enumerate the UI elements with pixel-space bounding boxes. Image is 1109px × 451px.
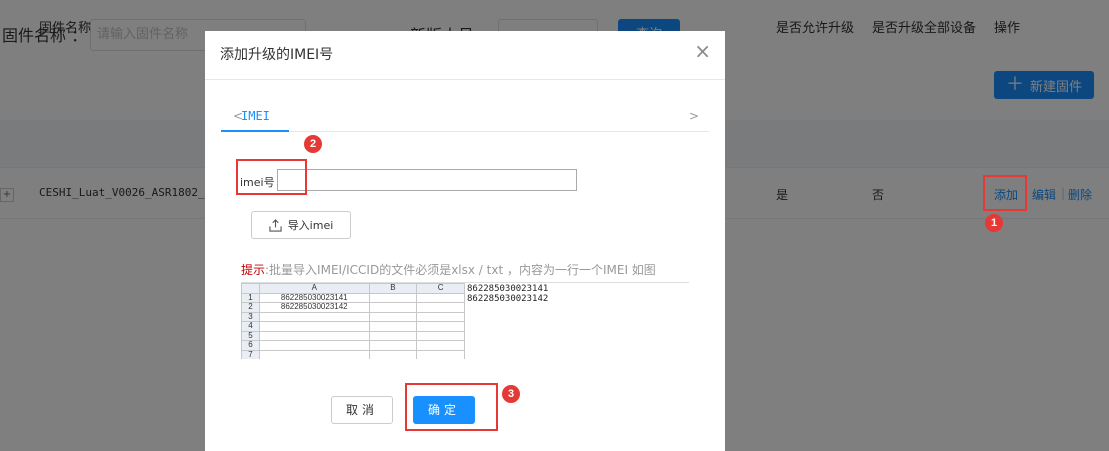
- sheet-cell: [368, 321, 418, 332]
- imei-input[interactable]: [277, 169, 577, 191]
- sheet-cell: [416, 340, 465, 351]
- cancel-button[interactable]: 取消: [331, 396, 393, 424]
- sheet-cell: [258, 340, 370, 351]
- tab-active-indicator: [221, 130, 289, 132]
- sheet-cell: [368, 330, 418, 341]
- sheet-cell: [258, 311, 370, 322]
- tip-label: 提示: [241, 263, 266, 277]
- sheet-cell: [258, 330, 370, 341]
- tip-line: 提示:批量导入IMEI/ICCID的文件必须是xlsx / txt ，内容为一行…: [241, 261, 656, 278]
- sheet-cell: [416, 349, 465, 359]
- annotation-badge-3: 3: [502, 385, 520, 403]
- add-imei-dialog: 添加升级的IMEI号 × < IMEI > imei号 导入imei 提示:批量…: [205, 31, 725, 451]
- sheet-row-number: 4: [241, 321, 260, 332]
- txt-line: 862285030023142: [467, 294, 549, 304]
- annotation-box-2: [236, 159, 307, 195]
- sheet-cell: 862285030023141: [258, 292, 370, 303]
- sheet-cell: [416, 302, 465, 313]
- annotation-badge-2: 2: [304, 135, 322, 153]
- sheet-cell: [416, 311, 465, 322]
- sheet-col-header: B: [368, 283, 418, 294]
- tab-next-icon[interactable]: >: [689, 109, 699, 123]
- sheet-cell: [416, 292, 465, 303]
- tab-bar: [221, 106, 709, 132]
- sheet-cell: [258, 349, 370, 359]
- sheet-corner: [241, 283, 260, 294]
- sheet-cell: [416, 321, 465, 332]
- annotation-badge-1: 1: [985, 214, 1003, 232]
- txt-example: 862285030023141 862285030023142: [467, 284, 548, 304]
- dialog-header-divider: [205, 79, 725, 80]
- tab-imei[interactable]: IMEI: [241, 109, 270, 123]
- import-imei-label: 导入imei: [287, 219, 334, 232]
- sheet-cell: 862285030023142: [258, 302, 370, 313]
- annotation-box-1: [983, 175, 1027, 211]
- sheet-cell: [258, 321, 370, 332]
- close-icon[interactable]: ×: [694, 41, 711, 61]
- sheet-col-header: C: [416, 283, 465, 294]
- sheet-cell: [368, 302, 418, 313]
- sheet-cell: [368, 311, 418, 322]
- sheet-cell: [368, 340, 418, 351]
- sheet-cell: [368, 292, 418, 303]
- upload-icon: [269, 218, 282, 232]
- sheet-cell: [368, 349, 418, 359]
- txt-line: 862285030023141: [467, 284, 549, 294]
- sheet-row-number: 3: [241, 311, 260, 322]
- sheet-cell: [416, 330, 465, 341]
- sheet-row-number: 1: [241, 292, 260, 303]
- import-imei-button[interactable]: 导入imei: [251, 211, 351, 239]
- sheet-row-number: 7: [241, 349, 260, 359]
- tip-text: :批量导入IMEI/ICCID的文件必须是xlsx / txt ，内容为一行一个…: [265, 263, 656, 277]
- spreadsheet-example-image: A B C 1 862285030023141 2 86228503002314…: [241, 283, 465, 359]
- sheet-row-number: 6: [241, 340, 260, 351]
- sheet-row-number: 5: [241, 330, 260, 341]
- annotation-box-3: [405, 383, 498, 431]
- dialog-title: 添加升级的IMEI号: [220, 47, 334, 63]
- sheet-row-number: 2: [241, 302, 260, 313]
- sheet-col-header: A: [258, 283, 370, 294]
